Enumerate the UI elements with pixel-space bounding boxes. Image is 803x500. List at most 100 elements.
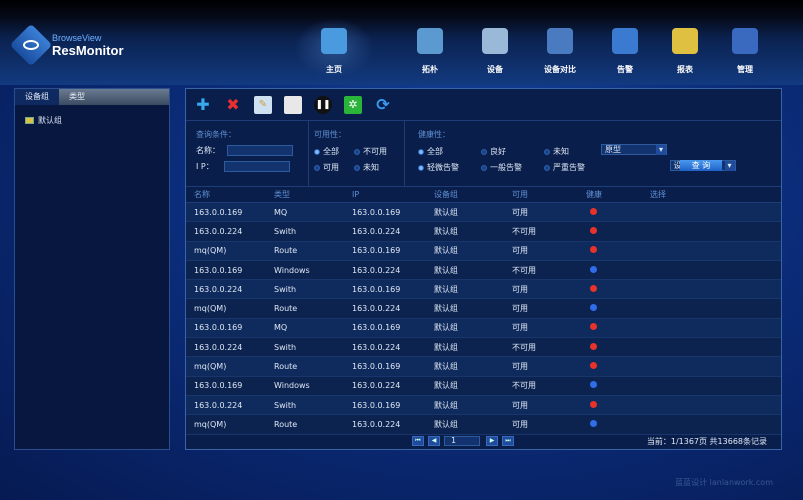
health-unknown-radio[interactable]: 未知 (544, 146, 569, 157)
query-button[interactable]: 查 询 (680, 160, 722, 171)
cell: 163.0.0.224 (194, 284, 243, 294)
delete-icon[interactable]: ✖ (224, 95, 242, 114)
tree-item-default[interactable]: 默认组 (15, 105, 169, 136)
nav-3[interactable]: 设备对比 (530, 28, 590, 75)
avail-available-radio[interactable]: 可用 (314, 162, 339, 173)
nav-4[interactable]: 告警 (595, 28, 655, 75)
column-header[interactable]: 名称 (186, 189, 266, 200)
table-row[interactable]: 163.0.0.224 Swith 163.0.0.224 默认组 不可用 (186, 338, 781, 358)
table-row[interactable]: 163.0.0.224 Swith 163.0.0.169 默认组 可用 (186, 395, 781, 416)
cell: 默认组 (434, 400, 458, 410)
cell: 可用 (512, 323, 528, 333)
table-row[interactable]: 163.0.0.169 Windows 163.0.0.224 默认组 不可用 (186, 376, 781, 396)
cell: Windows (274, 381, 310, 391)
health-status-icon (590, 265, 597, 273)
table-row[interactable]: 163.0.0.169 MQ 163.0.0.169 默认组 可用 (186, 318, 781, 339)
health-status-icon (590, 381, 597, 389)
column-header[interactable]: 可用 (504, 189, 578, 200)
device-icon (482, 28, 508, 54)
table-row[interactable]: 163.0.0.169 MQ 163.0.0.169 默认组 可用 (186, 203, 781, 223)
topology-icon (417, 28, 443, 54)
table-row[interactable]: mq(QM) Route 163.0.0.224 默认组 可用 (186, 299, 781, 319)
nav-5[interactable]: 报表 (655, 28, 715, 75)
top-bar: BrowseView ResMonitor 主页 拓朴 设备 设备对比 告警 报表 管理 (0, 0, 803, 85)
prev-page-button[interactable]: ◀ (428, 436, 440, 446)
tab-type[interactable]: 类型 (59, 89, 95, 105)
health-minor-radio[interactable]: 轻微告警 (418, 162, 459, 173)
health-good-radio[interactable]: 良好 (481, 146, 506, 157)
cell: 163.0.0.169 (352, 284, 401, 294)
next-page-button[interactable]: ▶ (486, 436, 498, 446)
copy-icon[interactable] (284, 95, 302, 114)
cell: 默认组 (434, 342, 458, 352)
cell: mq(QM) (194, 419, 227, 429)
nav-0[interactable]: 主页 (294, 18, 374, 78)
first-page-button[interactable]: ⏮ (412, 436, 424, 446)
table-row[interactable]: mq(QM) Route 163.0.0.169 默认组 可用 (186, 357, 781, 377)
cell: 默认组 (434, 226, 458, 236)
last-page-button[interactable]: ⏭ (502, 436, 514, 446)
table-row[interactable]: 163.0.0.224 Swith 163.0.0.224 默认组 不可用 (186, 222, 781, 242)
prototype-select[interactable]: 原型 (601, 144, 667, 155)
cell: 163.0.0.169 (352, 400, 401, 410)
nav-label: 设备 (487, 65, 503, 74)
cell: 163.0.0.224 (352, 265, 401, 275)
refresh-green-icon[interactable]: ✲ (344, 95, 362, 114)
nav-label: 设备对比 (544, 65, 576, 74)
health-status-icon (590, 342, 597, 350)
cell: MQ (274, 207, 288, 217)
edit-icon[interactable]: ✎ (254, 95, 272, 114)
manage-icon (732, 28, 758, 54)
health-general-radio[interactable]: 一般告警 (481, 162, 522, 173)
add-icon[interactable]: ✚ (194, 95, 212, 114)
cell: Route (274, 246, 298, 256)
ip-input[interactable] (224, 161, 291, 172)
table-row[interactable]: mq(QM) Route 163.0.0.169 默认组 可用 (186, 241, 781, 261)
nav-label: 管理 (737, 65, 753, 74)
table-row[interactable]: mq(QM) Route 163.0.0.224 默认组 可用 (186, 415, 781, 435)
filter-panel: 查询条件： 名称： I P： 可用性： 全部 不可用 可用 未知 健康性： 全部… (186, 121, 781, 187)
nav-label: 主页 (326, 65, 342, 74)
health-severe-radio[interactable]: 严重告警 (544, 162, 585, 173)
table-row[interactable]: 163.0.0.224 Swith 163.0.0.169 默认组 可用 (186, 280, 781, 300)
nav-6[interactable]: 管理 (715, 28, 775, 75)
cell: 163.0.0.169 (194, 207, 243, 217)
column-header[interactable]: 健康 (578, 189, 650, 200)
nav-label: 告警 (617, 65, 633, 74)
cell: Route (274, 419, 298, 429)
toolbar: ✚ ✖ ✎ ❚❚ ✲ ⟳ (186, 89, 781, 121)
cell: 163.0.0.169 (352, 362, 401, 372)
cell: 163.0.0.224 (352, 304, 401, 314)
cell: 可用 (512, 419, 528, 429)
column-header[interactable]: 设备组 (426, 189, 504, 200)
health-all-radio[interactable]: 全部 (418, 146, 443, 157)
sidebar: 设备组 类型 默认组 (14, 88, 170, 450)
watermark: 蓝蓝设计 lanlanwork.com (675, 478, 773, 487)
column-header[interactable]: 类型 (266, 189, 344, 200)
name-input[interactable] (226, 145, 293, 156)
tab-device-group[interactable]: 设备组 (15, 89, 59, 105)
cell: 默认组 (434, 323, 458, 333)
nav-1[interactable]: 拓朴 (400, 28, 460, 75)
avail-unavailable-radio[interactable]: 不可用 (354, 146, 387, 157)
cell: Swith (274, 400, 297, 410)
cell: 不可用 (512, 342, 536, 352)
column-header[interactable]: IP (344, 190, 426, 199)
cell: 163.0.0.224 (352, 419, 401, 429)
cell: 163.0.0.169 (194, 381, 243, 391)
avail-unknown-radio[interactable]: 未知 (354, 162, 379, 173)
product-name: ResMonitor (52, 42, 124, 58)
cell: 163.0.0.224 (194, 400, 243, 410)
column-header[interactable]: 选择 (650, 189, 710, 200)
nav-2[interactable]: 设备 (465, 28, 525, 75)
pause-icon[interactable]: ❚❚ (314, 95, 332, 114)
cell: 163.0.0.224 (352, 226, 401, 236)
avail-all-radio[interactable]: 全部 (314, 146, 339, 157)
name-label: 名称： (196, 146, 220, 155)
table-row[interactable]: 163.0.0.169 Windows 163.0.0.224 默认组 不可用 (186, 260, 781, 281)
reload-icon[interactable]: ⟳ (374, 95, 392, 114)
tree-label: 默认组 (38, 116, 62, 125)
cell: 163.0.0.224 (352, 342, 401, 352)
page-select[interactable]: 1 (444, 436, 480, 446)
logo: BrowseView ResMonitor (9, 23, 124, 67)
